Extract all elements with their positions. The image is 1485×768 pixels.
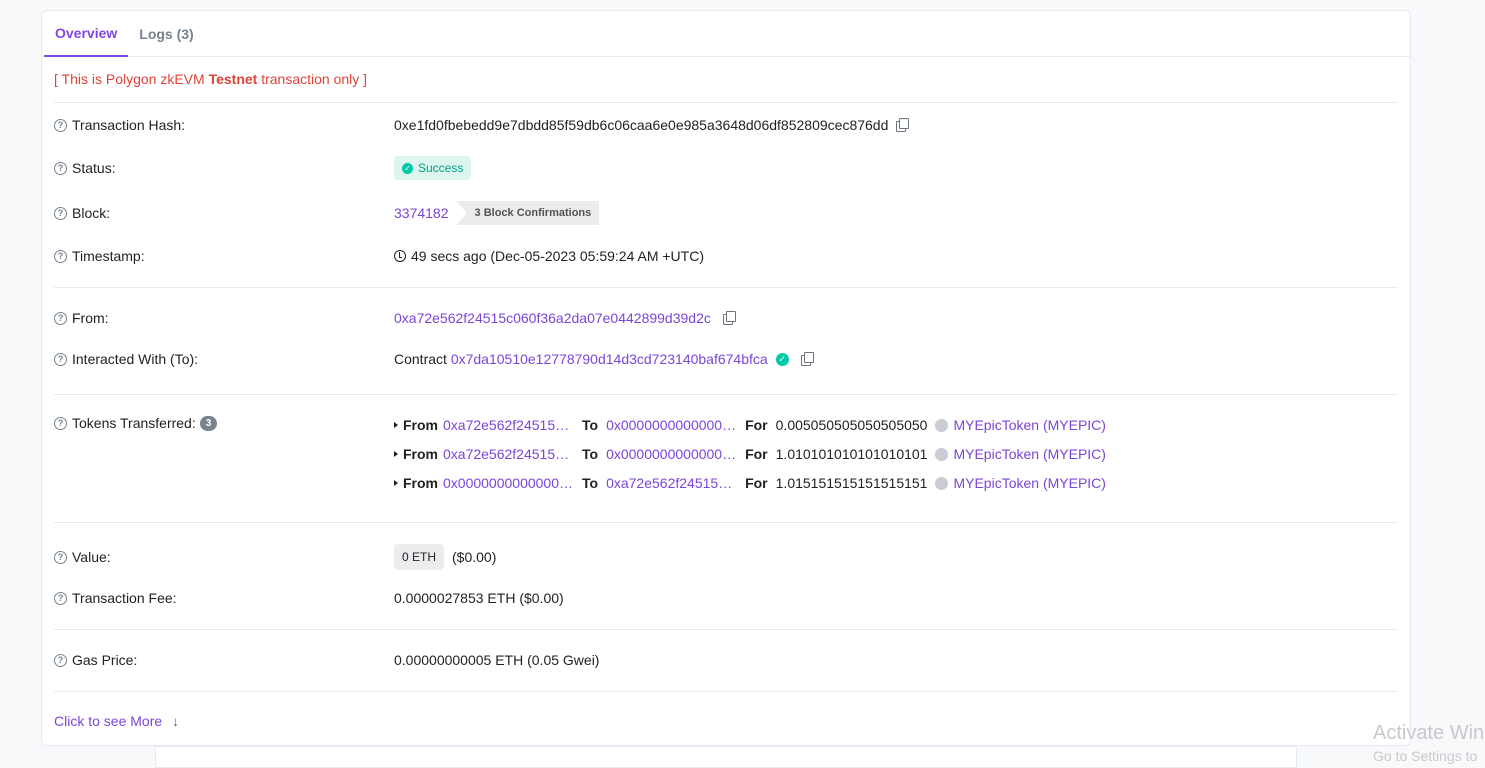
divider — [54, 629, 1398, 630]
token-link[interactable]: MYEpicToken (MYEPIC) — [953, 417, 1105, 433]
help-icon[interactable]: ? — [54, 311, 67, 325]
transfer-to-link[interactable]: 0x00000000000000000000000000000000000000… — [606, 446, 737, 462]
copy-icon[interactable] — [722, 311, 737, 325]
timestamp-value: 49 secs ago (Dec-05-2023 05:59:24 AM +UT… — [411, 248, 704, 264]
transaction-fee-value: 0.0000027853 ETH ($0.00) — [394, 590, 564, 606]
transfer-from-link[interactable]: 0x00000000000000000000000000000000000000… — [443, 475, 574, 491]
help-icon[interactable]: ? — [54, 591, 67, 605]
divider — [54, 691, 1398, 692]
transfer-from-link[interactable]: 0xa72e562f24515c060f36a2da07e0442899d39d… — [443, 417, 574, 433]
divider — [54, 522, 1398, 523]
help-icon[interactable]: ? — [54, 249, 67, 263]
testnet-notice: [ This is Polygon zkEVM Testnet transact… — [54, 71, 368, 87]
copy-icon[interactable] — [800, 352, 815, 366]
arrow-down-icon: ↓ — [172, 713, 180, 729]
see-more-button[interactable]: Click to see More ↓ — [54, 713, 179, 729]
token-count-badge: 3 — [199, 415, 218, 431]
transaction-card: Overview Logs (3) [ This is Polygon zkEV… — [41, 10, 1411, 746]
row-block: ? Block: 3374182 3 Block Confirmations — [54, 201, 1398, 225]
transaction-hash-value: 0xe1fd0fbebedd9e7dbdd85f59db6c06caa6e0e9… — [394, 117, 889, 133]
transfer-amount: 0.005050505050505050 — [775, 417, 928, 433]
clock-icon — [394, 250, 406, 262]
from-address-link[interactable]: 0xa72e562f24515c060f36a2da07e0442899d39d… — [394, 310, 711, 326]
activation-watermark: Activate Win — [1373, 722, 1485, 744]
divider — [54, 287, 1398, 288]
row-value: ? Value: 0 ETH ($0.00) — [54, 544, 1398, 570]
help-icon[interactable]: ? — [54, 206, 67, 220]
check-circle-icon: ✓ — [402, 162, 413, 174]
tab-overview[interactable]: Overview — [44, 11, 129, 57]
value-eth-pill: 0 ETH — [394, 544, 445, 570]
help-icon[interactable]: ? — [54, 161, 67, 175]
activation-watermark-sub: Go to Settings to — [1373, 748, 1478, 764]
status-badge: ✓ Success — [394, 156, 472, 180]
help-icon[interactable]: ? — [54, 352, 67, 366]
transfer-amount: 1.015151515151515151 — [775, 475, 928, 491]
transfer-from-link[interactable]: 0xa72e562f24515c060f36a2da07e0442899d39d… — [443, 446, 574, 462]
token-transfer-list: From 0xa72e562f24515c060f36a2da07e044289… — [394, 415, 1106, 493]
block-number-link[interactable]: 3374182 — [394, 205, 449, 221]
next-card-edge — [155, 746, 1297, 768]
contract-address-link[interactable]: 0x7da10510e12778790d14d3cd723140baf674bf… — [451, 351, 768, 367]
token-icon — [935, 418, 949, 432]
gas-price-value: 0.00000000005 ETH (0.05 Gwei) — [394, 652, 600, 668]
copy-icon[interactable] — [896, 118, 910, 132]
value-usd: ($0.00) — [452, 549, 497, 565]
row-timestamp: ? Timestamp: 49 secs ago (Dec-05-2023 05:… — [54, 246, 1398, 266]
row-transaction-fee: ? Transaction Fee: 0.0000027853 ETH ($0.0… — [54, 588, 1398, 608]
tab-bar: Overview Logs (3) — [42, 11, 1410, 57]
caret-right-icon[interactable] — [394, 422, 398, 428]
caret-right-icon[interactable] — [394, 451, 398, 457]
transfer-amount: 1.010101010101010101 — [775, 446, 928, 462]
row-transaction-hash: ? Transaction Hash: 0xe1fd0fbebedd9e7dbdd… — [54, 115, 1398, 135]
row-status: ? Status: ✓ Success — [54, 156, 1398, 180]
token-icon — [935, 476, 949, 490]
row-from: ? From: 0xa72e562f24515c060f36a2da07e0442… — [54, 308, 1398, 328]
transfer-to-link[interactable]: 0xa72e562f24515c060f36a2da07e0442899d39d… — [606, 475, 737, 491]
token-icon — [935, 447, 949, 461]
block-confirmations-badge: 3 Block Confirmations — [456, 201, 600, 225]
help-icon[interactable]: ? — [54, 550, 67, 564]
row-interacted-with: ? Interacted With (To): Contract 0x7da105… — [54, 349, 1398, 369]
caret-right-icon[interactable] — [394, 480, 398, 486]
help-icon[interactable]: ? — [54, 416, 67, 430]
token-transfer-row: From 0x000000000000000000000000000000000… — [394, 473, 1106, 493]
divider — [54, 394, 1398, 395]
help-icon[interactable]: ? — [54, 653, 67, 667]
verified-check-icon: ✓ — [775, 352, 789, 366]
row-tokens-transferred: ? Tokens Transferred: 3 From 0xa72e562f245… — [54, 415, 1398, 491]
token-link[interactable]: MYEpicToken (MYEPIC) — [953, 475, 1105, 491]
token-link[interactable]: MYEpicToken (MYEPIC) — [953, 446, 1105, 462]
transfer-to-link[interactable]: 0x00000000000000000000000000000000000000… — [606, 417, 737, 433]
token-transfer-row: From 0xa72e562f24515c060f36a2da07e044289… — [394, 444, 1106, 464]
help-icon[interactable]: ? — [54, 118, 67, 132]
tab-logs[interactable]: Logs (3) — [128, 11, 204, 56]
token-transfer-row: From 0xa72e562f24515c060f36a2da07e044289… — [394, 415, 1106, 435]
row-gas-price: ? Gas Price: 0.00000000005 ETH (0.05 Gwei… — [54, 650, 1398, 670]
divider — [54, 102, 1398, 103]
